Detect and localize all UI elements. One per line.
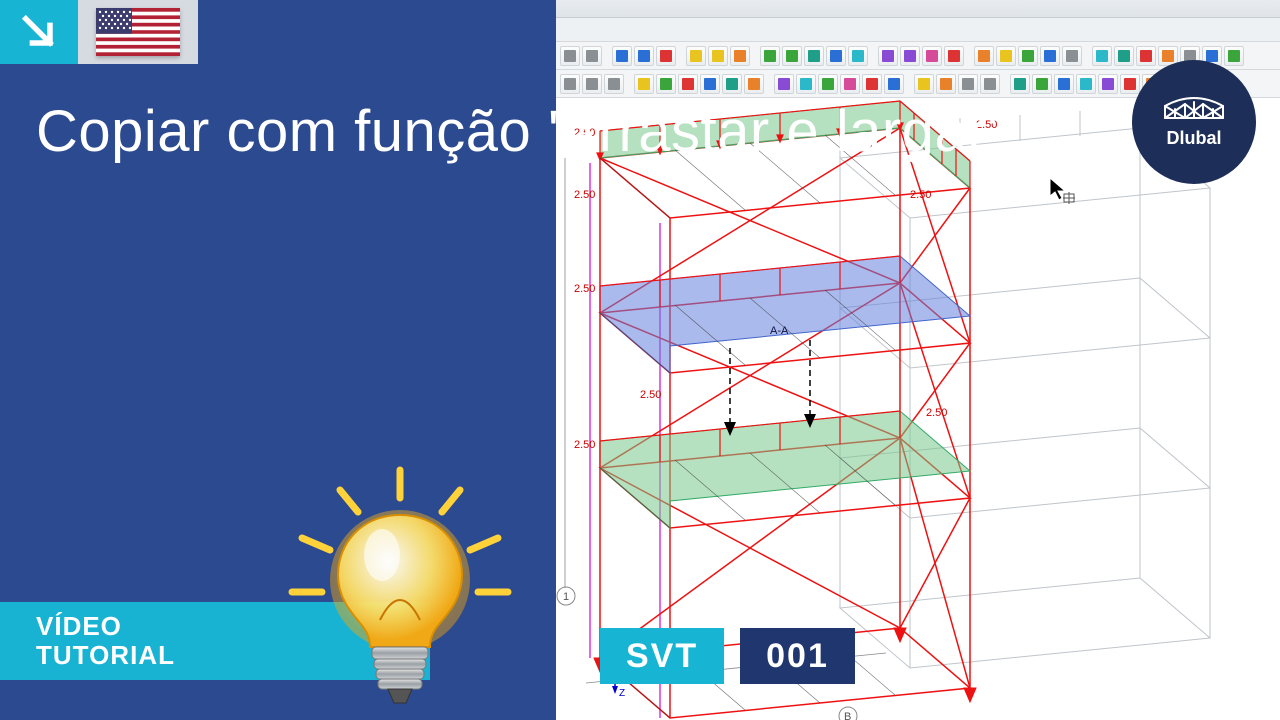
bridge-icon — [1163, 96, 1225, 124]
toolbar-button[interactable] — [604, 74, 624, 94]
toolbar-button[interactable] — [980, 74, 1000, 94]
svg-text:2.50: 2.50 — [574, 189, 595, 201]
toolbar-button[interactable] — [1040, 46, 1060, 66]
toolbar-button[interactable] — [708, 46, 728, 66]
top-strip — [0, 0, 198, 64]
toolbar-button[interactable] — [560, 74, 580, 94]
video-title: Copiar com função 'Arrastar e largar' — [36, 98, 1252, 166]
toolbar-button[interactable] — [612, 46, 632, 66]
toolbar-button[interactable] — [1136, 46, 1156, 66]
language-flag-box — [78, 0, 198, 64]
toolbar-button[interactable] — [1062, 46, 1082, 66]
toolbar-button[interactable] — [1114, 46, 1134, 66]
svg-text:B: B — [844, 711, 851, 720]
arrow-down-right-icon — [17, 10, 61, 54]
toolbar-button[interactable] — [730, 46, 750, 66]
svg-text:A-A: A-A — [770, 325, 789, 337]
toolbar-button[interactable] — [796, 74, 816, 94]
toolbar-button[interactable] — [656, 46, 676, 66]
svg-text:2.50: 2.50 — [574, 439, 595, 451]
toolbar-button[interactable] — [900, 46, 920, 66]
svg-text:2.50: 2.50 — [910, 189, 931, 201]
toolbar-button[interactable] — [686, 46, 706, 66]
toolbar-button[interactable] — [678, 74, 698, 94]
toolbar-button[interactable] — [782, 46, 802, 66]
toolbar-button[interactable] — [744, 74, 764, 94]
toolbar-button[interactable] — [1032, 74, 1052, 94]
toolbar-button[interactable] — [936, 74, 956, 94]
video-code-badges: SVT 001 — [600, 628, 855, 684]
episode-number-badge: 001 — [740, 628, 855, 684]
toolbar-button[interactable] — [818, 74, 838, 94]
toolbar-button[interactable] — [884, 74, 904, 94]
toolbar-button[interactable] — [1098, 74, 1118, 94]
toolbar-button[interactable] — [1010, 74, 1030, 94]
us-flag-icon — [96, 8, 180, 56]
svg-text:1: 1 — [563, 591, 569, 603]
toolbar-button[interactable] — [996, 46, 1016, 66]
toolbar-button[interactable] — [1054, 74, 1074, 94]
tutorial-strip: VÍDEO TUTORIAL — [0, 602, 430, 680]
tutorial-label: VÍDEO TUTORIAL — [36, 612, 175, 669]
cursor-icon — [1050, 178, 1075, 204]
toolbar-button[interactable] — [826, 46, 846, 66]
toolbar-button[interactable] — [1018, 46, 1038, 66]
brand-name: Dlubal — [1166, 128, 1221, 149]
toolbar-button[interactable] — [700, 74, 720, 94]
brand-logo: Dlubal — [1132, 60, 1256, 184]
toolbar-button[interactable] — [804, 46, 824, 66]
toolbar-button[interactable] — [582, 74, 602, 94]
toolbar-button[interactable] — [634, 74, 654, 94]
toolbar-button[interactable] — [1092, 46, 1112, 66]
toolbar-button[interactable] — [656, 74, 676, 94]
toolbar-button[interactable] — [974, 46, 994, 66]
svg-text:Z: Z — [619, 688, 625, 699]
toolbar-button[interactable] — [774, 74, 794, 94]
toolbar-button[interactable] — [560, 46, 580, 66]
toolbar-button[interactable] — [878, 46, 898, 66]
arrow-badge — [0, 0, 78, 64]
toolbar-button[interactable] — [914, 74, 934, 94]
toolbar-button[interactable] — [722, 74, 742, 94]
toolbar-button[interactable] — [1224, 46, 1244, 66]
toolbar-button[interactable] — [848, 46, 868, 66]
toolbar-button[interactable] — [760, 46, 780, 66]
toolbar-button[interactable] — [922, 46, 942, 66]
series-code-badge: SVT — [600, 628, 724, 684]
toolbar-button[interactable] — [958, 74, 978, 94]
toolbar-button[interactable] — [582, 46, 602, 66]
toolbar-button[interactable] — [840, 74, 860, 94]
svg-text:2.50: 2.50 — [574, 283, 595, 295]
svg-text:2.50: 2.50 — [640, 389, 661, 401]
toolbar-button[interactable] — [944, 46, 964, 66]
toolbar-button[interactable] — [1120, 74, 1140, 94]
toolbar-button[interactable] — [862, 74, 882, 94]
toolbar-button[interactable] — [634, 46, 654, 66]
svg-text:2.50: 2.50 — [926, 407, 947, 419]
toolbar-button[interactable] — [1076, 74, 1096, 94]
thumbnail-stage: LF2 - Ausbaulasten — [0, 0, 1280, 720]
